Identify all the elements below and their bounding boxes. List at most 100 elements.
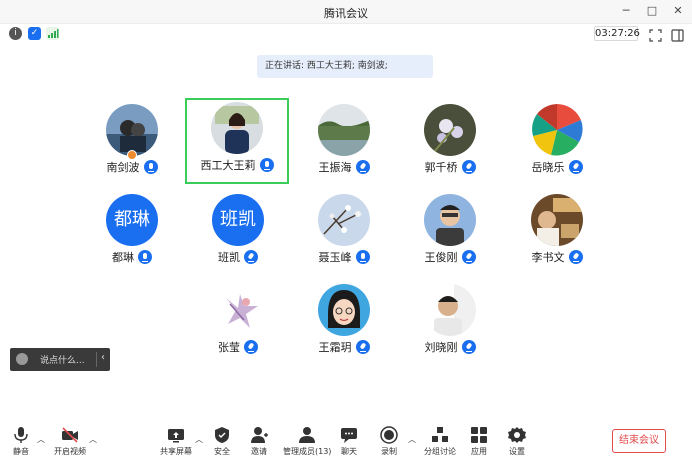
- avatar: [424, 284, 476, 336]
- mute-label: 静音: [13, 447, 29, 456]
- speaking-banner: 正在讲话: 西工大王莉; 南剑波;: [257, 55, 433, 78]
- participant-name: 王霜玥: [318, 341, 352, 354]
- chevron-up-icon[interactable]: ︿: [195, 434, 203, 444]
- share-screen-icon: [167, 426, 185, 444]
- mic-icon: [259, 158, 274, 172]
- mic-muted-icon: [244, 340, 258, 354]
- divider: [96, 352, 97, 367]
- camera-off-icon: [61, 426, 79, 444]
- participant-name: 南剑波: [106, 161, 140, 174]
- microphone-icon: [12, 426, 30, 444]
- share-screen-label: 共享屏幕: [160, 447, 192, 456]
- fullscreen-icon[interactable]: [649, 27, 662, 42]
- participant-tile[interactable]: 刘晓刚: [398, 280, 502, 366]
- avatar: [531, 194, 583, 246]
- mic-muted-icon: [461, 250, 476, 264]
- avatar: [318, 194, 370, 246]
- record-icon: [380, 426, 398, 444]
- participant-name: 西工大王莉: [200, 159, 256, 172]
- avatar: [424, 194, 476, 246]
- participant-name: 郭千桥: [424, 161, 458, 174]
- mic-muted-icon: [244, 250, 258, 264]
- participant-tile[interactable]: 郭千桥: [398, 100, 502, 186]
- chevron-up-icon[interactable]: ︿: [37, 434, 45, 444]
- start-video-label: 开启视频: [54, 447, 86, 456]
- window-controls: ─ □ ✕: [620, 4, 684, 18]
- mic-muted-icon: [355, 340, 370, 354]
- apps-button[interactable]: 应用: [470, 426, 488, 457]
- participant-tile[interactable]: 张莹: [186, 280, 290, 366]
- chat-icon: [340, 426, 358, 444]
- mic-muted-icon: [355, 160, 370, 174]
- mic-muted-icon: [568, 160, 583, 174]
- bottom-toolbar: 静音 ︿ 开启视频 ︿ 共享屏幕 ︿ 安全 邀请 管理成员(13) 聊天 录制 …: [0, 422, 692, 461]
- mic-muted-icon: [568, 250, 583, 264]
- invite-label: 邀请: [251, 447, 267, 456]
- window-title: 腾讯会议: [324, 7, 368, 20]
- participant-name: 都琳: [112, 251, 134, 264]
- breakout-label: 分组讨论: [424, 447, 456, 456]
- emoji-icon[interactable]: [16, 353, 28, 365]
- participant-tile[interactable]: 南剑波: [80, 100, 184, 186]
- settings-label: 设置: [509, 447, 525, 456]
- manage-members-label: 管理成员(13): [283, 447, 332, 456]
- shield-icon[interactable]: ✓: [28, 27, 41, 40]
- security-button[interactable]: 安全: [213, 426, 231, 457]
- settings-button[interactable]: 设置: [508, 426, 526, 457]
- sidebar-toggle-icon[interactable]: [671, 27, 684, 42]
- participant-tile[interactable]: 王俊刚: [398, 190, 502, 276]
- members-icon: [298, 426, 316, 444]
- mic-icon: [138, 250, 152, 264]
- breakout-icon: [431, 426, 449, 444]
- chat-input-box[interactable]: 说点什么... ‹: [10, 348, 110, 371]
- chat-placeholder[interactable]: 说点什么...: [40, 353, 85, 366]
- participant-tile[interactable]: 王霜玥: [292, 280, 396, 366]
- avatar: [318, 284, 370, 336]
- mic-icon: [143, 160, 158, 174]
- close-button[interactable]: ✕: [672, 4, 684, 18]
- mic-icon: [355, 250, 370, 264]
- chevron-left-icon[interactable]: ‹: [101, 352, 105, 363]
- breakout-button[interactable]: 分组讨论: [424, 426, 456, 457]
- participant-tile[interactable]: 王振海: [292, 100, 396, 186]
- participant-name: 岳晓乐: [531, 161, 565, 174]
- title-bar: 腾讯会议 ─ □ ✕: [0, 0, 692, 24]
- chevron-up-icon[interactable]: ︿: [89, 434, 97, 444]
- invite-button[interactable]: 邀请: [250, 426, 268, 457]
- end-meeting-button[interactable]: 结束会议: [612, 429, 666, 453]
- chat-label: 聊天: [341, 447, 357, 456]
- participant-tile-active[interactable]: 西工大王莉: [185, 98, 289, 184]
- manage-members-button[interactable]: 管理成员(13): [283, 426, 331, 457]
- shield-icon: [213, 426, 231, 444]
- gear-icon: [508, 426, 526, 444]
- avatar: [424, 104, 476, 156]
- participant-tile[interactable]: 岳晓乐: [505, 100, 609, 186]
- info-icon[interactable]: i: [9, 27, 22, 40]
- signal-icon[interactable]: [46, 27, 59, 40]
- start-video-button[interactable]: 开启视频: [54, 426, 86, 457]
- mic-muted-icon: [461, 160, 476, 174]
- participant-name: 李书文: [531, 251, 565, 264]
- chevron-up-icon[interactable]: ︿: [408, 434, 416, 444]
- maximize-button[interactable]: □: [646, 4, 658, 18]
- avatar: [212, 284, 264, 336]
- minimize-button[interactable]: ─: [620, 4, 632, 18]
- chat-button[interactable]: 聊天: [340, 426, 358, 457]
- record-button[interactable]: 录制: [380, 426, 398, 457]
- avatar: [211, 102, 263, 154]
- participant-name: 王俊刚: [424, 251, 458, 264]
- participant-name: 聂玉峰: [318, 251, 352, 264]
- participant-name: 刘晓刚: [424, 341, 458, 354]
- participant-tile[interactable]: 班凯 班凯: [186, 190, 290, 276]
- participant-tile[interactable]: 聂玉峰: [292, 190, 396, 276]
- mute-button[interactable]: 静音: [12, 426, 30, 457]
- avatar: [531, 104, 583, 156]
- record-label: 录制: [381, 447, 397, 456]
- participant-name: 王振海: [318, 161, 352, 174]
- avatar: [318, 104, 370, 156]
- participant-tile[interactable]: 都琳 都琳: [80, 190, 184, 276]
- participant-tile[interactable]: 李书文: [505, 190, 609, 276]
- mic-muted-icon: [461, 340, 476, 354]
- share-screen-button[interactable]: 共享屏幕: [160, 426, 192, 457]
- security-label: 安全: [214, 447, 230, 456]
